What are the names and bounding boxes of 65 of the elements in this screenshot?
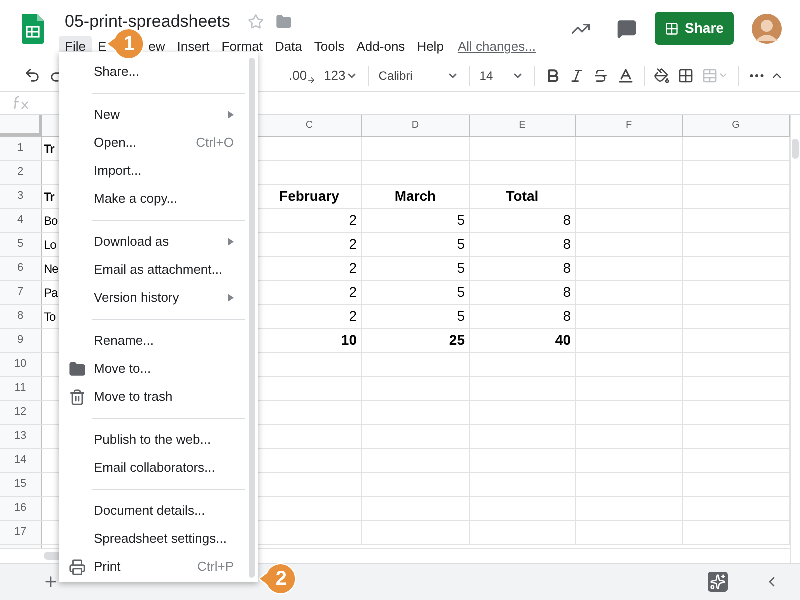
table-cell-text: 40	[555, 331, 571, 350]
table-cell-text: 8	[563, 211, 571, 230]
table-cell-text: Total	[506, 187, 539, 206]
table-cell-text: 2	[349, 307, 357, 326]
menu-item-label: Rename...	[94, 332, 155, 350]
row-number: 15	[0, 473, 42, 496]
table-cell-text: 5	[457, 235, 465, 254]
menu-item-label: Make a copy...	[94, 190, 179, 208]
table-cell-text: 5	[457, 211, 465, 230]
table-cell-text: Tr	[44, 140, 54, 158]
table-cell-text: 5	[457, 283, 465, 302]
table-cell-text: 2	[349, 283, 357, 302]
table-cell-text: 8	[563, 283, 571, 302]
shortcut-label: Ctrl+O	[196, 134, 234, 152]
menu-item-label: Version history	[94, 289, 180, 308]
table-cell-text: 2	[349, 211, 357, 230]
menu-item-label: Email as attachment...	[94, 261, 224, 280]
row-number: 7	[0, 281, 42, 304]
menu-item-label: Move to trash	[94, 388, 174, 406]
row-number: 16	[0, 497, 42, 520]
row-number: 17	[0, 521, 42, 544]
table-cell-text: Bo	[44, 212, 58, 230]
callout-badge: 1	[107, 28, 145, 60]
row-number: 14	[0, 449, 42, 472]
table-cell-text: 2	[349, 235, 357, 254]
row-number: 11	[0, 377, 42, 400]
table-cell-text: Lo	[44, 236, 56, 254]
table-cell-text: 25	[449, 331, 465, 350]
table-cell-text: 5	[457, 259, 465, 278]
menu-item-label: Document details...	[94, 502, 206, 520]
menu-item-label: Open...	[94, 134, 138, 152]
table-cell-text: 5	[457, 307, 465, 326]
menu-item-label: Move to...	[94, 360, 152, 378]
menu-item-label: New	[94, 106, 122, 124]
row-number: 3	[0, 185, 42, 208]
shortcut-label: Ctrl+P	[198, 558, 234, 576]
menu-item-label: Download as	[94, 233, 170, 252]
table-cell-text: 2	[349, 259, 357, 278]
menu-item-label: Import...	[94, 162, 143, 180]
row-number: 4	[0, 209, 42, 232]
row-number: 9	[0, 329, 42, 352]
table-cell-text: Tr	[44, 188, 54, 206]
table-cell-text: February	[280, 187, 340, 206]
table-cell-text: To	[44, 308, 56, 326]
row-number: 10	[0, 353, 42, 376]
menu-item-label: Spreadsheet settings...	[94, 530, 228, 548]
table-cell-text: 8	[563, 307, 571, 326]
table-cell-text: Pa	[44, 284, 58, 302]
table-cell-text: 8	[563, 259, 571, 278]
row-number: 8	[0, 305, 42, 328]
menu-item-label: Publish to the web...	[94, 431, 212, 450]
row-number: 6	[0, 257, 42, 280]
table-cell-text: Ne	[44, 260, 58, 278]
row-number: 13	[0, 425, 42, 448]
callout-badge: 2	[259, 563, 297, 595]
table-cell-text: March	[394, 187, 436, 206]
row-number: 1	[0, 137, 42, 160]
table-cell-text: 10	[341, 331, 357, 350]
menu-item-label: Email collaborators...	[94, 459, 216, 478]
table-cell-text: 8	[563, 235, 571, 254]
menu-item-label: Share...	[94, 63, 141, 82]
row-number: 2	[0, 161, 42, 184]
row-number: 5	[0, 233, 42, 256]
row-number: 12	[0, 401, 42, 424]
menu-item-label: Print	[94, 558, 122, 576]
